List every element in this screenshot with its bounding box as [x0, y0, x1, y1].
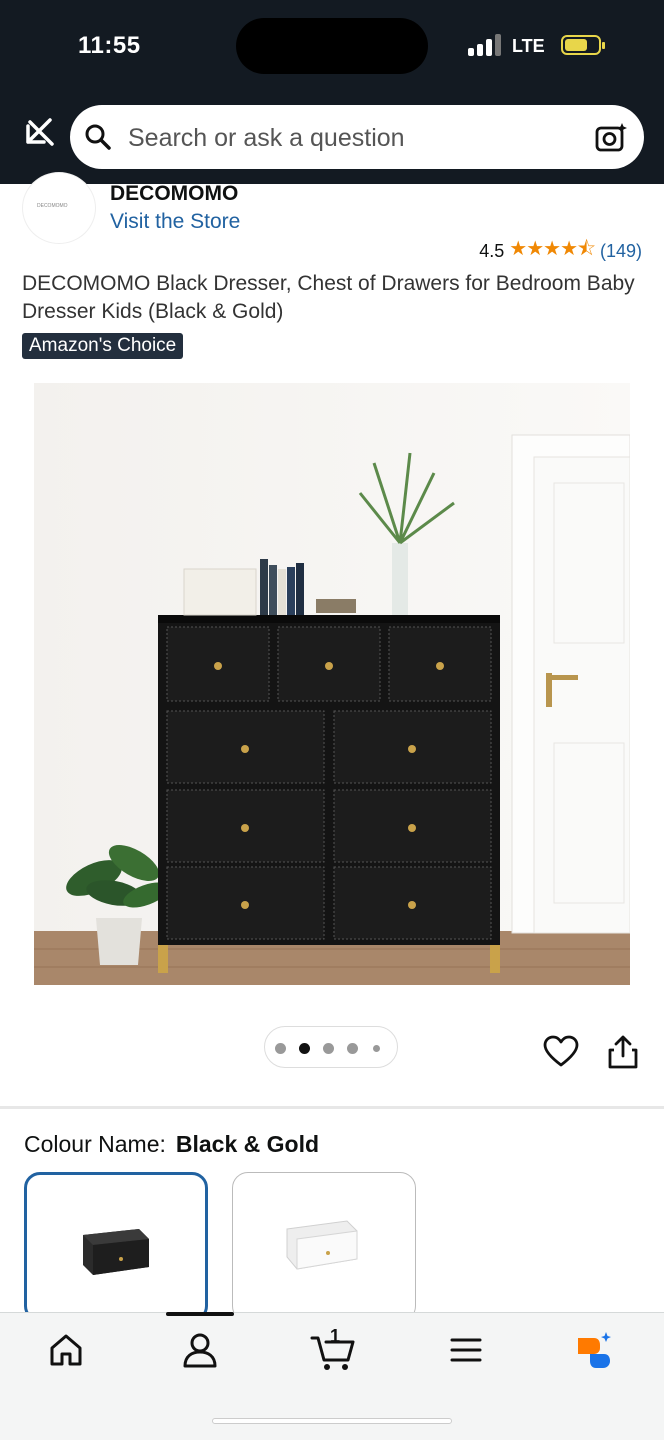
home-indicator — [212, 1418, 452, 1424]
search-bar[interactable]: Search or ask a question — [70, 105, 644, 169]
star-rating-icon: ★★★★⯪ — [509, 238, 596, 260]
active-tab-indicator — [166, 1312, 234, 1316]
camera-search-icon[interactable] — [594, 121, 628, 153]
back-arrow-icon[interactable] — [20, 112, 60, 152]
search-input[interactable]: Search or ask a question — [128, 124, 405, 153]
image-carousel-dots[interactable] — [264, 1026, 398, 1068]
rating-row[interactable]: 4.5 ★★★★⯪ (149) — [479, 234, 642, 268]
selected-colour: Black & Gold — [175, 1131, 320, 1157]
top-header: 11:55 LTE Search or ask a question — [0, 0, 664, 184]
product-title: DECOMOMO Black Dresser, Chest of Drawers… — [22, 272, 635, 323]
network-label: LTE — [512, 36, 545, 56]
cart-count: 1 — [330, 1326, 341, 1346]
swatch-white[interactable] — [232, 1172, 416, 1322]
dynamic-island — [236, 18, 428, 74]
brand-name: DECOMOMO — [110, 182, 239, 205]
swatch-black-gold[interactable] — [24, 1172, 208, 1322]
status-time: 11:55 — [78, 32, 141, 59]
battery-icon — [561, 35, 605, 55]
menu-icon[interactable] — [446, 1330, 486, 1370]
product-image[interactable] — [34, 383, 630, 985]
search-icon — [85, 124, 111, 150]
heart-icon[interactable] — [543, 1034, 579, 1070]
rating-value: 4.5 — [479, 240, 505, 261]
visit-store-link[interactable]: Visit the Store — [110, 210, 240, 234]
home-icon[interactable] — [46, 1330, 86, 1370]
colour-label-text: Colour Name: — [24, 1131, 166, 1157]
store-logo[interactable]: DECOMOMO — [22, 172, 96, 244]
colour-label: Colour Name: Black & Gold — [24, 1131, 319, 1158]
rufus-assistant-icon[interactable] — [574, 1330, 614, 1370]
amazons-choice-badge: Amazon's Choice — [22, 333, 184, 359]
review-count-link[interactable]: (149) — [600, 241, 642, 262]
account-icon[interactable] — [180, 1330, 220, 1370]
section-divider — [0, 1106, 664, 1109]
cart-button[interactable]: 1 — [310, 1326, 356, 1372]
share-icon[interactable] — [606, 1034, 640, 1070]
signal-icon — [468, 34, 502, 56]
